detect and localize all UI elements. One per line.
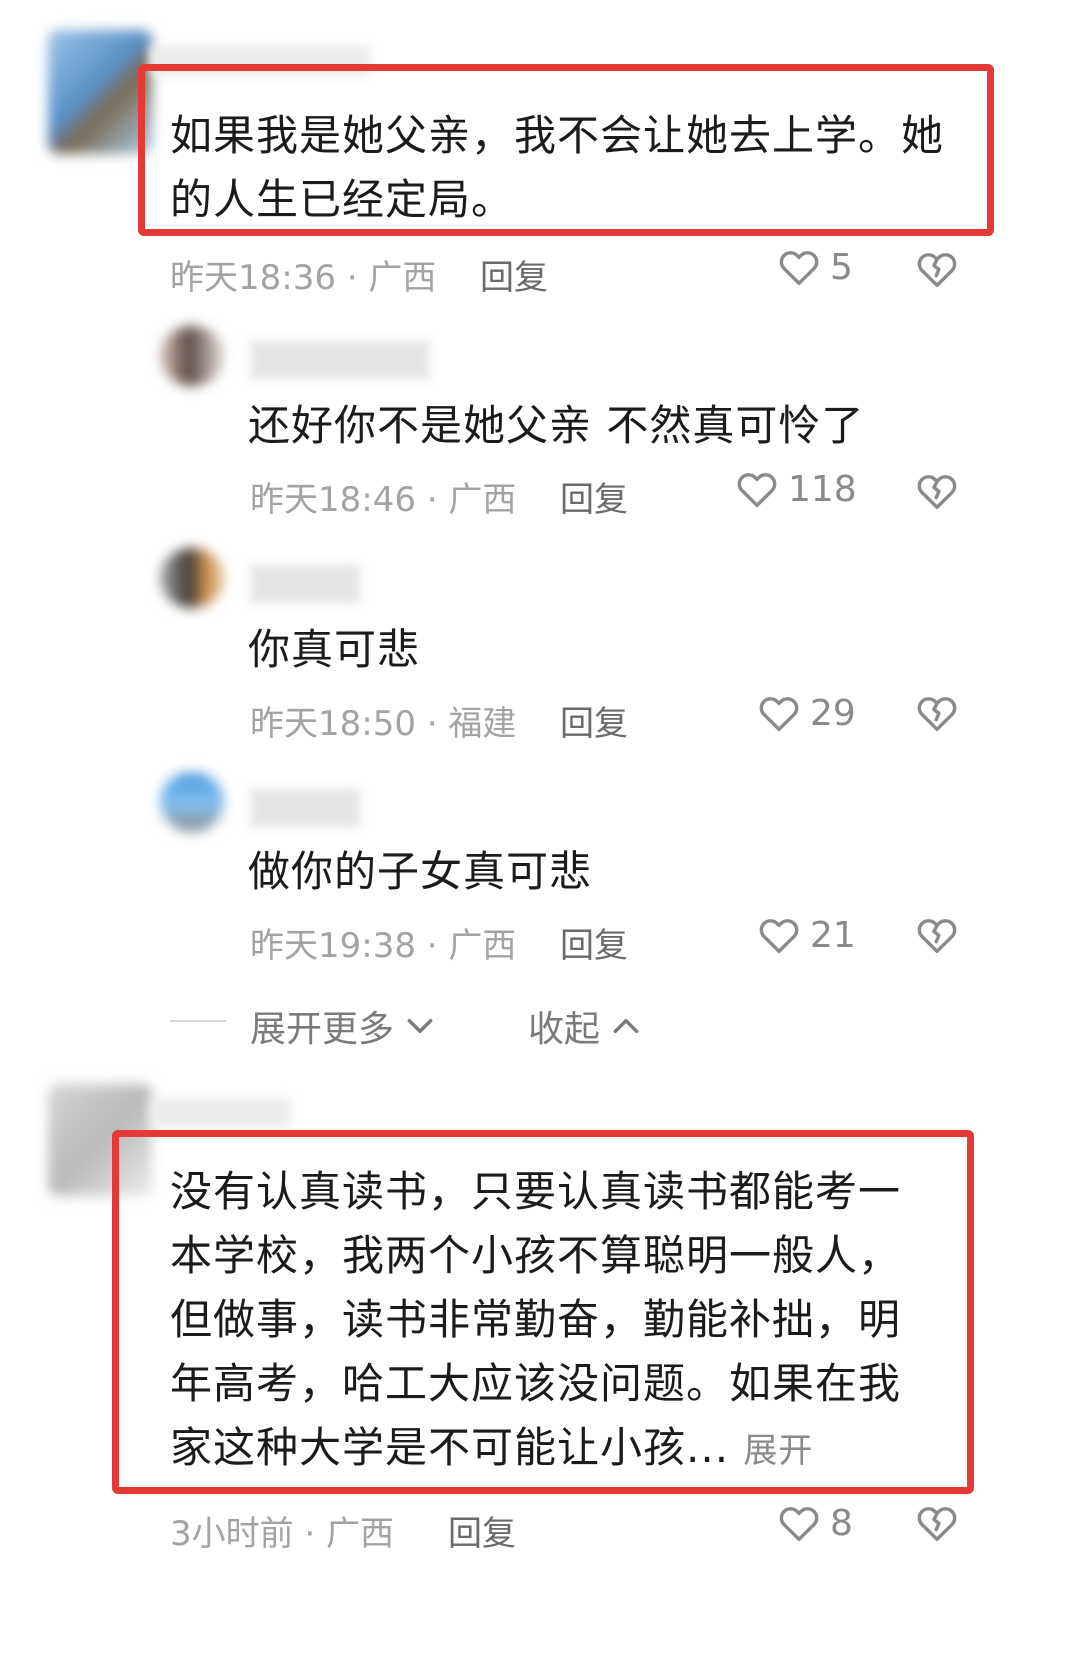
reply-meta: 昨天18:50 · 福建 (250, 704, 517, 744)
dislike-broken-heart-icon[interactable] (914, 690, 960, 736)
comment-meta: 3小时前 · 广西 (170, 1514, 395, 1554)
dislike-broken-heart-icon[interactable] (914, 246, 960, 292)
like-count: 118 (788, 468, 857, 510)
like-button[interactable]: 21 (756, 912, 856, 958)
chevron-down-icon (404, 1010, 436, 1042)
dislike-broken-heart-icon[interactable] (914, 1500, 960, 1546)
like-button[interactable]: 8 (776, 1500, 853, 1546)
reply-text: 做你的子女真可悲 (248, 847, 593, 896)
like-count: 5 (830, 246, 853, 288)
expand-link[interactable]: 展开 (743, 1431, 813, 1471)
expand-more-button[interactable]: 展开更多 (250, 1000, 436, 1052)
reply-button[interactable]: 回复 (480, 250, 548, 299)
username-blurred[interactable] (250, 788, 360, 828)
like-count: 21 (810, 914, 856, 956)
avatar[interactable] (160, 772, 224, 832)
username-blurred[interactable] (250, 564, 360, 604)
avatar[interactable] (160, 548, 224, 608)
reply-meta: 昨天19:38 · 广西 (250, 926, 517, 966)
reply-meta: 昨天18:46 · 广西 (250, 480, 517, 520)
avatar[interactable] (48, 30, 152, 154)
dislike-broken-heart-icon[interactable] (914, 468, 960, 514)
reply-button[interactable]: 回复 (560, 918, 628, 967)
like-button[interactable]: 29 (756, 690, 856, 736)
like-button[interactable]: 5 (776, 244, 853, 290)
chevron-up-icon (610, 1010, 642, 1042)
heart-outline-icon (776, 1500, 822, 1546)
comment-text-body: 没有认真读书，只要认真读书都能考一本学校，我两个小孩不算聪明一般人，但做事，读书… (170, 1167, 902, 1472)
thread-divider (170, 1020, 226, 1022)
reply-button[interactable]: 回复 (448, 1506, 516, 1555)
reply-button[interactable]: 回复 (560, 696, 628, 745)
heart-outline-icon (756, 690, 802, 736)
like-count: 8 (830, 1502, 853, 1544)
comment-text: 没有认真读书，只要认真读书都能考一本学校，我两个小孩不算聪明一般人，但做事，读书… (170, 1160, 940, 1483)
reply-text: 还好你不是她父亲 不然真可怜了 (248, 401, 865, 450)
avatar[interactable] (160, 326, 224, 386)
heart-outline-icon (756, 912, 802, 958)
expand-more-label: 展开更多 (250, 1009, 395, 1050)
reply-text: 你真可悲 (248, 625, 421, 674)
like-count: 29 (810, 692, 856, 734)
comment-meta: 昨天18:36 · 广西 (170, 258, 437, 298)
heart-outline-icon (776, 244, 822, 290)
like-button[interactable]: 118 (734, 466, 857, 512)
comment-text: 如果我是她父亲，我不会让她去上学。她的人生已经定局。 (170, 111, 945, 224)
collapse-label: 收起 (528, 1009, 601, 1050)
username-blurred[interactable] (150, 1098, 290, 1128)
reply-button[interactable]: 回复 (560, 472, 628, 521)
username-blurred[interactable] (250, 340, 430, 380)
dislike-broken-heart-icon[interactable] (914, 912, 960, 958)
heart-outline-icon (734, 466, 780, 512)
collapse-button[interactable]: 收起 (528, 1000, 642, 1052)
